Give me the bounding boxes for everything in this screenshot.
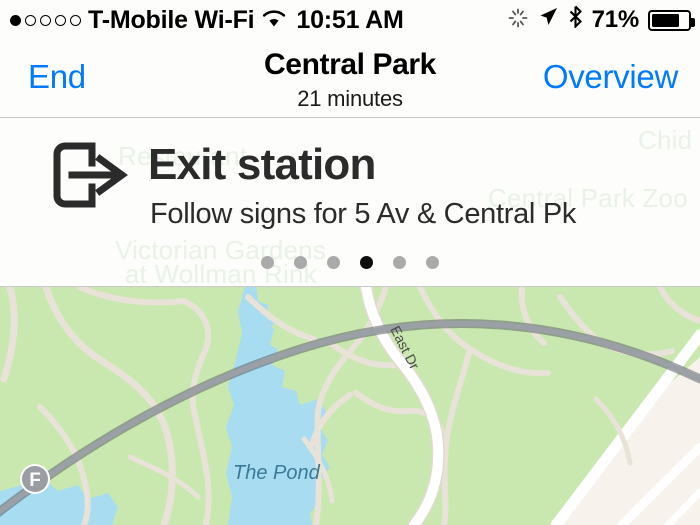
map-view[interactable]: F The Pond East Dr <box>0 287 700 525</box>
battery-cap <box>691 17 695 27</box>
page-dot-4-active[interactable] <box>360 256 373 269</box>
instruction-primary-text: Exit station <box>148 140 376 189</box>
navigation-bar: End Central Park 21 minutes Overview <box>0 40 700 118</box>
battery-icon <box>648 9 695 31</box>
page-dot-6[interactable] <box>426 256 439 269</box>
map-label-the-pond: The Pond <box>233 462 321 484</box>
step-page-dots[interactable] <box>0 256 700 269</box>
page-dot-1[interactable] <box>261 256 274 269</box>
ios-maps-navigation-screen: F The Pond East Dr Restaurant Chid Centr… <box>0 0 700 525</box>
nav-bar-separator <box>0 116 700 118</box>
map-canvas[interactable]: F The Pond East Dr <box>0 287 700 525</box>
exit-station-icon <box>52 141 130 214</box>
clock-label: 10:51 AM <box>296 5 404 34</box>
page-dot-3[interactable] <box>327 256 340 269</box>
page-dot-2[interactable] <box>294 256 307 269</box>
station-marker-label: F <box>29 470 41 491</box>
ghost-label-chid: Chid <box>638 125 693 155</box>
overview-button[interactable]: Overview <box>543 58 678 96</box>
instruction-secondary-text: Follow signs for 5 Av & Central Pk <box>150 198 577 230</box>
page-dot-5[interactable] <box>393 256 406 269</box>
banner-bottom-separator <box>0 285 700 287</box>
status-bar-center: 10:51 AM <box>0 6 700 35</box>
subway-station-marker-f[interactable]: F <box>20 464 50 494</box>
status-bar: T-Mobile Wi-Fi 10:51 AM 71% <box>0 0 700 40</box>
battery-fill-level <box>652 13 679 27</box>
